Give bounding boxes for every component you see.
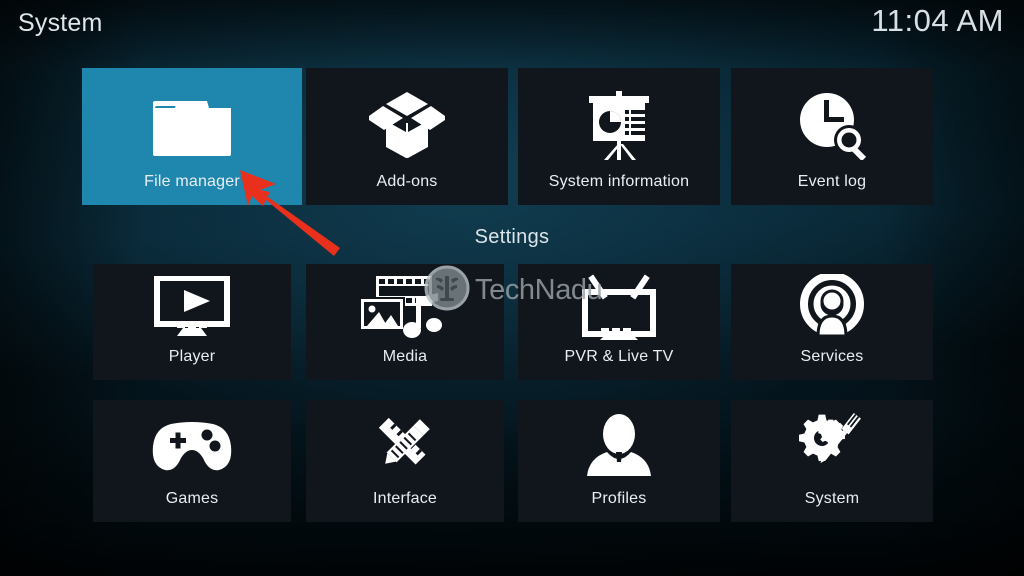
clock: 11:04 AM: [871, 3, 1004, 38]
tile-label: Event log: [797, 173, 867, 190]
top-bar: System 11:04 AM: [0, 0, 1024, 58]
open-box-icon: [306, 86, 508, 164]
film-photo-music-icon: [306, 274, 504, 340]
tile-grid: File manager Add-ons System information …: [0, 0, 1024, 576]
tile-label: Games: [165, 490, 219, 507]
tile-label: Services: [800, 348, 864, 365]
tv-antenna-icon: [518, 272, 720, 340]
tile-add-ons[interactable]: Add-ons: [306, 68, 508, 205]
page-title: System: [18, 9, 103, 37]
folder-icon: [82, 86, 302, 164]
tile-label: PVR & Live TV: [564, 348, 674, 365]
monitor-play-icon: [93, 276, 291, 338]
tile-label: File manager: [144, 173, 240, 190]
tile-label: Profiles: [591, 490, 647, 507]
presentation-chart-icon: [518, 86, 720, 164]
broadcast-person-icon: [731, 274, 933, 338]
tile-interface[interactable]: Interface: [306, 400, 504, 522]
tile-label: Add-ons: [376, 173, 438, 190]
pencil-ruler-icon: [306, 412, 504, 476]
tile-profiles[interactable]: Profiles: [518, 400, 720, 522]
tile-system-information[interactable]: System information: [518, 68, 720, 205]
tile-pvr-live-tv[interactable]: PVR & Live TV: [518, 264, 720, 380]
tile-services[interactable]: Services: [731, 264, 933, 380]
tile-media[interactable]: Media: [306, 264, 504, 380]
tile-file-manager[interactable]: File manager: [82, 68, 302, 205]
gamepad-icon: [93, 418, 291, 474]
settings-section-heading: Settings: [474, 226, 550, 248]
tile-event-log[interactable]: Event log: [731, 68, 933, 205]
tile-label: Interface: [372, 490, 438, 507]
tile-player[interactable]: Player: [93, 264, 291, 380]
kodi-system-screen: System 11:04 AM Settings File manager Ad…: [0, 0, 1024, 576]
tile-label: Media: [382, 348, 428, 365]
gear-tools-icon: [731, 412, 933, 476]
tile-label: System: [804, 490, 860, 507]
tile-games[interactable]: Games: [93, 400, 291, 522]
tile-label: Player: [168, 348, 216, 365]
tile-label: System information: [548, 173, 690, 190]
person-bust-icon: [518, 414, 720, 476]
tile-system[interactable]: System: [731, 400, 933, 522]
clock-search-icon: [731, 86, 933, 164]
